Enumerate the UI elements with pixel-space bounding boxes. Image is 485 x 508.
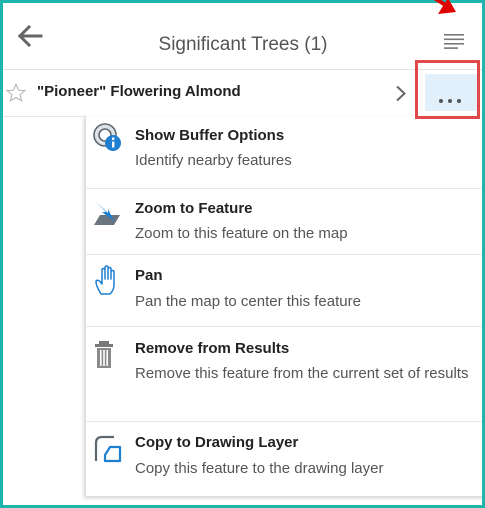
app-frame: Significant Trees (1) "Pioneer" Flowerin… [0, 0, 485, 508]
zoom-arrow-icon [94, 202, 120, 225]
pointer-arrow-icon [433, 0, 456, 14]
options-menu: Show Buffer Options Identify nearby feat… [85, 116, 482, 496]
menu-item-description: Copy this feature to the drawing layer [135, 460, 384, 477]
chevron-right-icon [396, 85, 406, 102]
hamburger-menu-icon [444, 34, 464, 49]
more-dots-icon [439, 90, 466, 108]
panel-header: Significant Trees (1) [3, 3, 482, 70]
menu-item-description: Remove this feature from the current set… [135, 365, 469, 382]
menu-item-title: Show Buffer Options [135, 127, 285, 144]
menu-item-remove-from-results[interactable]: Remove from Results Remove this feature … [86, 326, 482, 422]
menu-item-zoom-to-feature[interactable]: Zoom to Feature Zoom to this feature on … [86, 188, 482, 255]
menu-item-title: Copy to Drawing Layer [135, 434, 299, 451]
buffer-info-icon [93, 123, 121, 151]
menu-item-copy-to-drawing-layer[interactable]: Copy to Drawing Layer Copy this feature … [86, 421, 482, 493]
menu-item-show-buffer[interactable]: Show Buffer Options Identify nearby feat… [86, 116, 482, 189]
trash-icon [95, 341, 113, 368]
menu-item-description: Zoom to this feature on the map [135, 225, 348, 242]
result-label: "Pioneer" Flowering Almond [37, 83, 241, 100]
star-outline-icon[interactable] [5, 82, 27, 104]
hand-icon [95, 265, 115, 295]
menu-button[interactable] [444, 33, 466, 49]
back-button[interactable] [17, 24, 43, 48]
menu-item-pan[interactable]: Pan Pan the map to center this feature [86, 254, 482, 327]
menu-item-title: Pan [135, 267, 163, 284]
more-options-button[interactable] [425, 74, 479, 111]
menu-item-title: Remove from Results [135, 340, 290, 357]
chevron-button[interactable] [395, 85, 407, 102]
arrow-left-icon [17, 24, 43, 48]
menu-item-description: Identify nearby features [135, 152, 292, 169]
menu-item-title: Zoom to Feature [135, 200, 253, 217]
copy-drawing-icon [94, 435, 122, 463]
result-row[interactable]: "Pioneer" Flowering Almond [3, 70, 482, 117]
menu-item-description: Pan the map to center this feature [135, 293, 361, 310]
page-title: Significant Trees (1) [158, 34, 328, 55]
